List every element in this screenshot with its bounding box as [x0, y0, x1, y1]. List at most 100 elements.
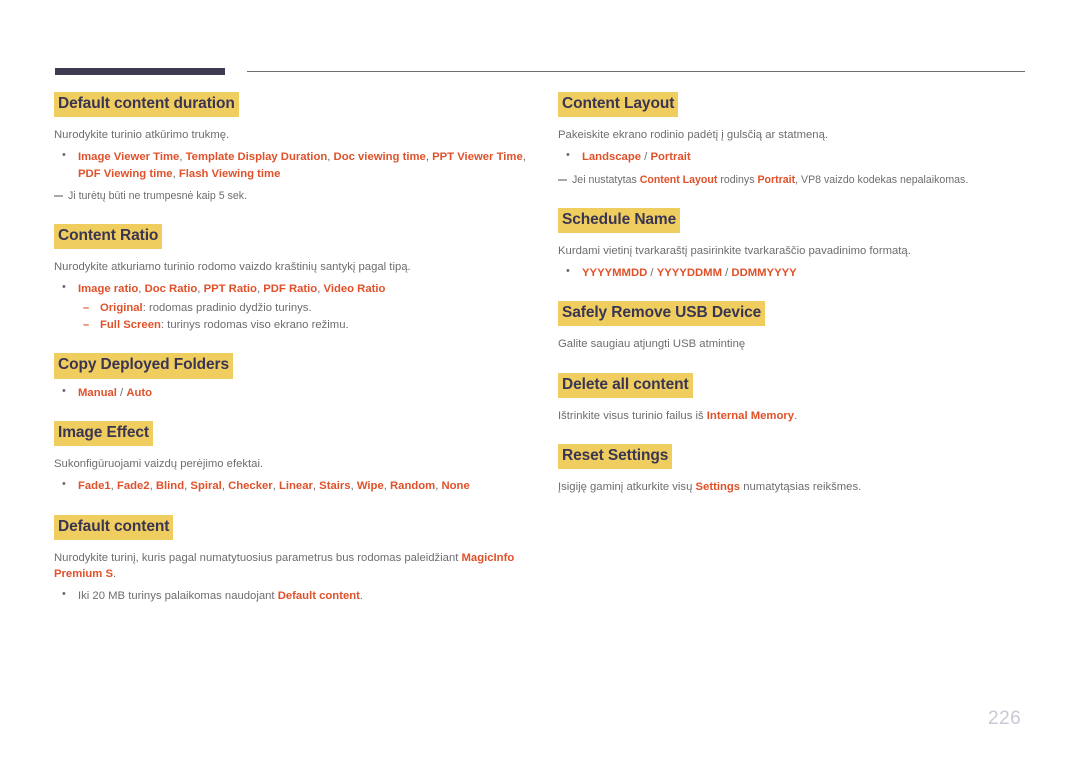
section-note: Ji turėtų būti ne trumpesnė kaip 5 sek. [54, 189, 534, 204]
bullet-item: Manual / Auto [54, 384, 534, 401]
section-heading: Image Effect [54, 421, 534, 447]
keyword-term: Content Layout [639, 173, 718, 186]
keyword-term: DDMMYYYY [731, 266, 797, 279]
keyword-term: Flash Viewing time [178, 167, 281, 180]
keyword-term: Fade1 [78, 480, 111, 493]
inline-text: / [721, 266, 732, 279]
keyword-term: Stairs [319, 480, 351, 493]
manual-section: Schedule Name Kurdami vietinį tvarkaraštį… [558, 207, 1028, 282]
section-heading: Default content duration [54, 92, 534, 118]
inline-text: numatytąsias reikšmes. [740, 481, 862, 494]
section-heading-label: Schedule Name [558, 207, 681, 233]
section-paragraph: Nurodykite turinio atkūrimo trukmę. [54, 129, 230, 142]
inline-text: Iki 20 MB turinys palaikomas naudojant [78, 590, 278, 603]
bullet-item: Fade1, Fade2, Blind, Spiral, Checker, Li… [54, 477, 534, 494]
bullet-item: Iki 20 MB turinys palaikomas naudojant D… [54, 587, 534, 604]
keyword-term: Wipe [356, 480, 384, 493]
keyword-term: Manual [78, 386, 117, 399]
keyword-term: Doc Ratio [144, 283, 198, 296]
keyword-term: PPT Ratio [203, 283, 257, 296]
keyword-term: PDF Ratio [263, 283, 318, 296]
sub-bullet-list: Original: rodomas pradinio dydžio turiny… [78, 300, 534, 334]
section-paragraph: Nurodykite atkuriamo turinio rodomo vaiz… [54, 261, 411, 274]
sub-bullet-item: Original: rodomas pradinio dydžio turiny… [78, 300, 534, 317]
page-number: 226 [988, 708, 1022, 729]
section-heading-label: Content Layout [558, 92, 679, 118]
keyword-term: Full Screen [100, 318, 161, 331]
bullet-list: Iki 20 MB turinys palaikomas naudojant D… [54, 587, 534, 604]
manual-page: Default content duration Nurodykite turin… [0, 0, 1080, 763]
keyword-term: Settings [695, 481, 741, 494]
inline-text: . [794, 409, 798, 422]
section-heading: Content Layout [558, 92, 1028, 118]
manual-section: Delete all content Ištrinkite visus turin… [558, 372, 1028, 424]
inline-text: : rodomas pradinio dydžio turinys. [142, 301, 312, 314]
section-heading: Reset Settings [558, 443, 1028, 470]
bullet-list: Fade1, Fade2, Blind, Spiral, Checker, Li… [54, 477, 534, 494]
section-heading-label: Delete all content [558, 372, 693, 398]
keyword-term: Image Viewer Time [78, 151, 180, 164]
bullet-list: Image ratio, Doc Ratio, PPT Ratio, PDF R… [54, 280, 534, 334]
section-paragraph: Ištrinkite visus turinio failus iš Inter… [558, 408, 1028, 424]
keyword-term: PPT Viewer Time [432, 151, 523, 164]
keyword-term: Image ratio [78, 283, 139, 296]
keyword-term: Portrait [650, 151, 691, 164]
inline-text: / [116, 386, 127, 399]
bullet-item: Image Viewer Time, Template Display Dura… [54, 148, 534, 182]
section-paragraph: Įsigiję gaminį atkurkite visų Settings n… [558, 479, 1028, 495]
inline-text: Jei nustatytas [572, 173, 640, 186]
manual-section: Copy Deployed Folders Manual / Auto [54, 353, 534, 401]
inline-text: . [359, 590, 364, 603]
manual-section: Image Effect Sukonfigūruojami vaizdų perė… [54, 421, 534, 495]
keyword-term: YYYYMMDD [582, 266, 648, 279]
bullet-item: Landscape / Portrait [558, 148, 1028, 165]
inline-text: . [113, 568, 117, 581]
section-paragraph: Kurdami vietinį tvarkaraštį pasirinkite … [558, 244, 911, 257]
inline-text: , VP8 vaizdo kodekas nepalaikomas. [795, 173, 969, 186]
section-heading: Default content [54, 514, 534, 541]
inline-text: Nurodykite turinį, kuris pagal numatytuo… [54, 552, 462, 565]
inline-text: Ištrinkite visus turinio failus iš [558, 409, 707, 422]
keyword-term: Landscape [582, 151, 642, 164]
keyword-term: Original [100, 301, 143, 314]
keyword-term: Spiral [190, 480, 222, 493]
section-heading: Content Ratio [54, 223, 534, 250]
keyword-term: Random [390, 480, 436, 493]
keyword-term: Default content [277, 590, 360, 603]
section-heading-label: Content Ratio [54, 223, 163, 250]
keyword-term: Template Display Duration [185, 151, 328, 164]
header-accent-bar [55, 68, 225, 75]
manual-section: Content Layout Pakeiskite ekrano rodinio … [558, 92, 1028, 188]
section-heading: Delete all content [558, 372, 1028, 398]
inline-text: Ji turėtų būti ne trumpesnė kaip 5 sek. [68, 190, 248, 203]
manual-section: Reset Settings Įsigiję gaminį atkurkite v… [558, 443, 1028, 495]
bullet-item: YYYYMMDD / YYYYDDMM / DDMMYYYY [558, 264, 1028, 281]
section-paragraph: Galite saugiau atjungti USB atmintinę [558, 338, 746, 351]
inline-text: rodinys [717, 173, 758, 186]
section-heading: Schedule Name [558, 207, 1028, 233]
section-paragraph: Sukonfigūruojami vaizdų perėjimo efektai… [54, 458, 264, 471]
section-heading-label: Safely Remove USB Device [558, 301, 766, 327]
inline-text: : turinys rodomas viso ekrano režimu. [160, 318, 349, 331]
keyword-term: Blind [155, 480, 185, 493]
bullet-item: Image ratio, Doc Ratio, PPT Ratio, PDF R… [54, 280, 534, 334]
section-note: Jei nustatytas Content Layout rodinys Po… [558, 173, 1028, 188]
inline-text: , [522, 151, 526, 164]
keyword-term: Fade2 [116, 480, 150, 493]
keyword-term: YYYYDDMM [656, 266, 722, 279]
header-divider-line [247, 71, 1025, 72]
section-heading: Copy Deployed Folders [54, 353, 534, 379]
section-heading-label: Copy Deployed Folders [54, 353, 234, 379]
bullet-list: Landscape / Portrait [558, 148, 1028, 165]
keyword-term: None [441, 480, 470, 493]
section-heading-label: Default content duration [54, 92, 239, 118]
left-column: Default content duration Nurodykite turin… [54, 92, 534, 605]
keyword-term: Portrait [757, 173, 796, 186]
section-paragraph: Nurodykite turinį, kuris pagal numatytuo… [54, 550, 534, 582]
section-heading-label: Image Effect [54, 421, 153, 447]
section-heading: Safely Remove USB Device [558, 301, 1028, 327]
section-paragraph: Pakeiskite ekrano rodinio padėtį į gulsč… [558, 129, 829, 142]
inline-text: Įsigiję gaminį atkurkite visų [558, 481, 696, 494]
page-header-rules [0, 66, 1080, 78]
inline-text: / [647, 266, 657, 279]
